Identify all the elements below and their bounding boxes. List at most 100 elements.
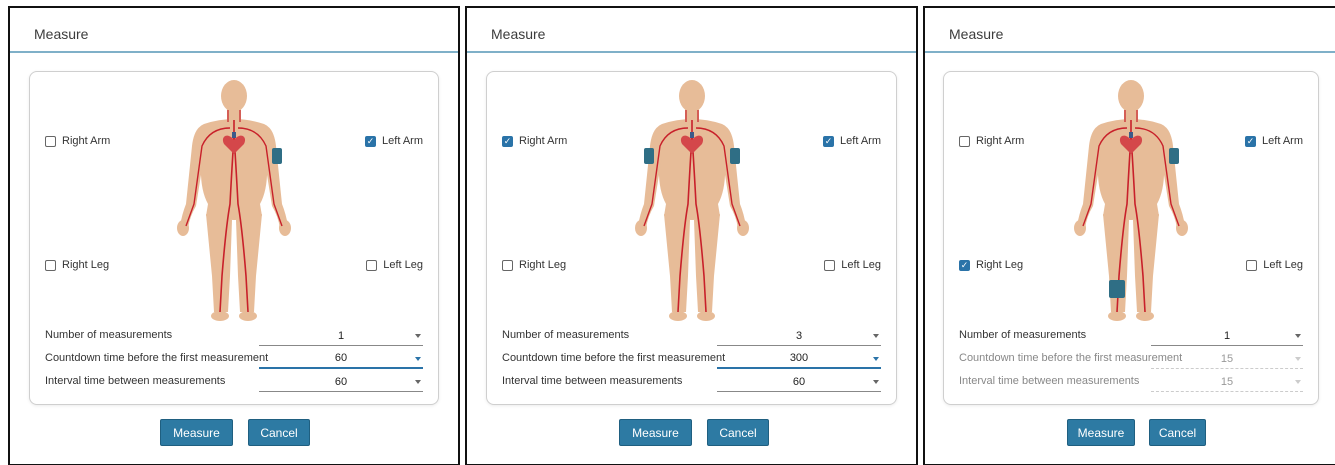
number-of-measurements-row: Number of measurements 3 bbox=[502, 326, 881, 348]
number-of-measurements-select[interactable]: 1 bbox=[1151, 326, 1303, 346]
left-arm-label: Left Arm bbox=[840, 135, 881, 147]
interval-time-select: 15 bbox=[1151, 372, 1303, 392]
chevron-down-icon bbox=[1295, 380, 1301, 384]
right-arm-label: Right Arm bbox=[62, 135, 111, 147]
cancel-button[interactable]: Cancel bbox=[1149, 419, 1206, 446]
interval-time-row: Interval time between measurements 60 bbox=[45, 372, 423, 394]
right-leg-cuff bbox=[1109, 280, 1125, 298]
measure-dialog-2: Measure ✓ Right Arm ✓ Left Arm Right Leg… bbox=[465, 6, 918, 465]
measure-panel: Right Arm ✓ Left Arm Right Leg Left Leg … bbox=[29, 71, 439, 405]
right-leg-checkbox[interactable]: Right Leg bbox=[45, 259, 109, 271]
measure-dialog-3: Measure Right Arm ✓ Left Arm ✓ Right Leg… bbox=[923, 6, 1335, 465]
chevron-down-icon bbox=[873, 334, 879, 338]
measure-button[interactable]: Measure bbox=[619, 419, 692, 446]
interval-time-row: Interval time between measurements 60 bbox=[502, 372, 881, 394]
left-arm-checkbox[interactable]: ✓ Left Arm bbox=[365, 135, 423, 147]
checkmark-icon: ✓ bbox=[502, 135, 513, 147]
chevron-down-icon bbox=[1295, 357, 1301, 361]
measure-panel: Right Arm ✓ Left Arm ✓ Right Leg Left Le… bbox=[943, 71, 1319, 405]
right-arm-checkbox[interactable]: ✓ Right Arm bbox=[502, 135, 567, 147]
checkbox-icon bbox=[824, 259, 836, 271]
checkmark-icon: ✓ bbox=[1245, 135, 1257, 147]
checkbox-icon bbox=[366, 259, 378, 271]
left-arm-label: Left Arm bbox=[382, 135, 423, 147]
countdown-time-select: 15 bbox=[1151, 349, 1303, 369]
dialog-title: Measure bbox=[925, 8, 1335, 53]
left-leg-checkbox[interactable]: Left Leg bbox=[1246, 259, 1303, 271]
select-value: 1 bbox=[1223, 329, 1231, 342]
field-label: Interval time between measurements bbox=[959, 375, 1140, 387]
field-label: Interval time between measurements bbox=[502, 375, 683, 387]
checkbox-icon bbox=[1246, 259, 1258, 271]
right-leg-label: Right Leg bbox=[976, 259, 1024, 271]
right-leg-checkbox[interactable]: Right Leg bbox=[502, 259, 566, 271]
interval-time-select[interactable]: 60 bbox=[259, 372, 423, 392]
number-of-measurements-select[interactable]: 3 bbox=[717, 326, 881, 346]
interval-time-select[interactable]: 60 bbox=[717, 372, 881, 392]
chevron-down-icon bbox=[1295, 334, 1301, 338]
left-leg-label: Left Leg bbox=[1263, 259, 1303, 271]
number-of-measurements-select[interactable]: 1 bbox=[259, 326, 423, 346]
field-label: Countdown time before the first measurem… bbox=[959, 352, 1183, 364]
chevron-down-icon bbox=[415, 380, 421, 384]
field-label: Number of measurements bbox=[959, 329, 1087, 341]
checkbox-icon bbox=[959, 135, 970, 147]
select-value: 15 bbox=[1220, 352, 1234, 365]
measure-panel: ✓ Right Arm ✓ Left Arm Right Leg Left Le… bbox=[486, 71, 897, 405]
cancel-button[interactable]: Cancel bbox=[248, 419, 310, 446]
checkbox-icon bbox=[502, 259, 513, 271]
left-leg-label: Left Leg bbox=[383, 259, 423, 271]
left-leg-checkbox[interactable]: Left Leg bbox=[824, 259, 881, 271]
human-body-illustration bbox=[176, 79, 292, 322]
left-leg-label: Left Leg bbox=[841, 259, 881, 271]
left-arm-checkbox[interactable]: ✓ Left Arm bbox=[823, 135, 881, 147]
checkmark-icon: ✓ bbox=[823, 135, 835, 147]
right-leg-checkbox[interactable]: ✓ Right Leg bbox=[959, 259, 1023, 271]
select-value: 15 bbox=[1220, 375, 1234, 388]
chevron-down-icon bbox=[873, 357, 879, 361]
field-label: Number of measurements bbox=[502, 329, 630, 341]
right-arm-cuff bbox=[643, 148, 654, 164]
right-leg-label: Right Leg bbox=[62, 259, 110, 271]
countdown-time-row: Countdown time before the first measurem… bbox=[502, 349, 881, 371]
chevron-down-icon bbox=[873, 380, 879, 384]
interval-time-row: Interval time between measurements 15 bbox=[959, 372, 1303, 394]
field-label: Interval time between measurements bbox=[45, 375, 226, 387]
right-arm-checkbox[interactable]: Right Arm bbox=[45, 135, 110, 147]
select-value: 1 bbox=[337, 329, 345, 342]
left-leg-checkbox[interactable]: Left Leg bbox=[366, 259, 423, 271]
measure-button[interactable]: Measure bbox=[160, 419, 233, 446]
left-arm-checkbox[interactable]: ✓ Left Arm bbox=[1245, 135, 1303, 147]
measure-button[interactable]: Measure bbox=[1067, 419, 1135, 446]
chevron-down-icon bbox=[415, 357, 421, 361]
number-of-measurements-row: Number of measurements 1 bbox=[959, 326, 1303, 348]
left-arm-label: Left Arm bbox=[1262, 135, 1303, 147]
select-value: 3 bbox=[795, 329, 803, 342]
human-body-illustration bbox=[633, 79, 750, 322]
dialog-title: Measure bbox=[10, 8, 458, 53]
countdown-time-select[interactable]: 60 bbox=[259, 349, 423, 369]
checkbox-icon bbox=[45, 259, 56, 271]
right-leg-label: Right Leg bbox=[519, 259, 567, 271]
measure-dialog-1: Measure Right Arm ✓ Left Arm Right Leg L… bbox=[8, 6, 460, 465]
chevron-down-icon bbox=[415, 334, 421, 338]
field-label: Number of measurements bbox=[45, 329, 173, 341]
cancel-button[interactable]: Cancel bbox=[707, 419, 769, 446]
dialog-title: Measure bbox=[467, 8, 916, 53]
select-value: 60 bbox=[334, 375, 348, 388]
countdown-time-row: Countdown time before the first measurem… bbox=[45, 349, 423, 371]
countdown-time-row: Countdown time before the first measurem… bbox=[959, 349, 1303, 371]
left-arm-cuff bbox=[729, 148, 740, 164]
field-label: Countdown time before the first measurem… bbox=[502, 352, 726, 364]
checkmark-icon: ✓ bbox=[365, 135, 377, 147]
field-label: Countdown time before the first measurem… bbox=[45, 352, 269, 364]
select-value: 60 bbox=[792, 375, 806, 388]
countdown-time-select[interactable]: 300 bbox=[717, 349, 881, 369]
number-of-measurements-row: Number of measurements 1 bbox=[45, 326, 423, 348]
right-arm-checkbox[interactable]: Right Arm bbox=[959, 135, 1024, 147]
human-body-illustration bbox=[1073, 79, 1189, 322]
right-arm-label: Right Arm bbox=[976, 135, 1025, 147]
left-arm-cuff bbox=[272, 148, 282, 164]
select-value: 60 bbox=[334, 352, 348, 364]
select-value: 300 bbox=[789, 352, 809, 364]
